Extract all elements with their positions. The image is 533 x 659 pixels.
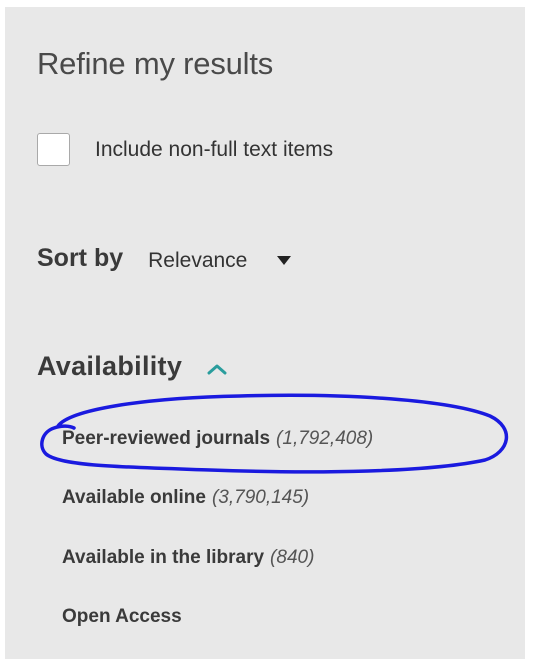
caret-down-icon[interactable] (277, 255, 292, 265)
panel-title: Refine my results (37, 46, 274, 81)
availability-header[interactable]: Availability (37, 353, 228, 380)
facet-available-online[interactable]: Available online (3,790,145) (62, 488, 309, 507)
facet-count: (840) (270, 547, 315, 568)
include-non-full-text-label[interactable]: Include non-full text items (95, 139, 333, 160)
availability-heading[interactable]: Availability (37, 353, 182, 380)
facet-label[interactable]: Open Access (62, 606, 182, 627)
sort-by-row: Sort by Relevance (37, 243, 292, 272)
include-non-full-text-checkbox[interactable] (37, 133, 70, 166)
sort-by-select[interactable]: Relevance (148, 245, 292, 271)
chevron-up-icon[interactable] (206, 362, 228, 376)
facet-available-in-library[interactable]: Available in the library (840) (62, 548, 314, 567)
facet-count: (1,792,408) (276, 428, 374, 449)
facet-label[interactable]: Available in the library (62, 547, 264, 568)
facet-label[interactable]: Available online (62, 487, 206, 508)
facet-peer-reviewed-journals[interactable]: Peer-reviewed journals (1,792,408) (62, 429, 373, 448)
facet-open-access[interactable]: Open Access (62, 607, 188, 626)
sort-by-label: Sort by (37, 243, 124, 272)
facet-label[interactable]: Peer-reviewed journals (62, 428, 270, 449)
include-non-full-text-option[interactable]: Include non-full text items (37, 133, 333, 166)
facet-count: (3,790,145) (211, 487, 310, 508)
sort-by-value[interactable]: Relevance (148, 245, 247, 271)
